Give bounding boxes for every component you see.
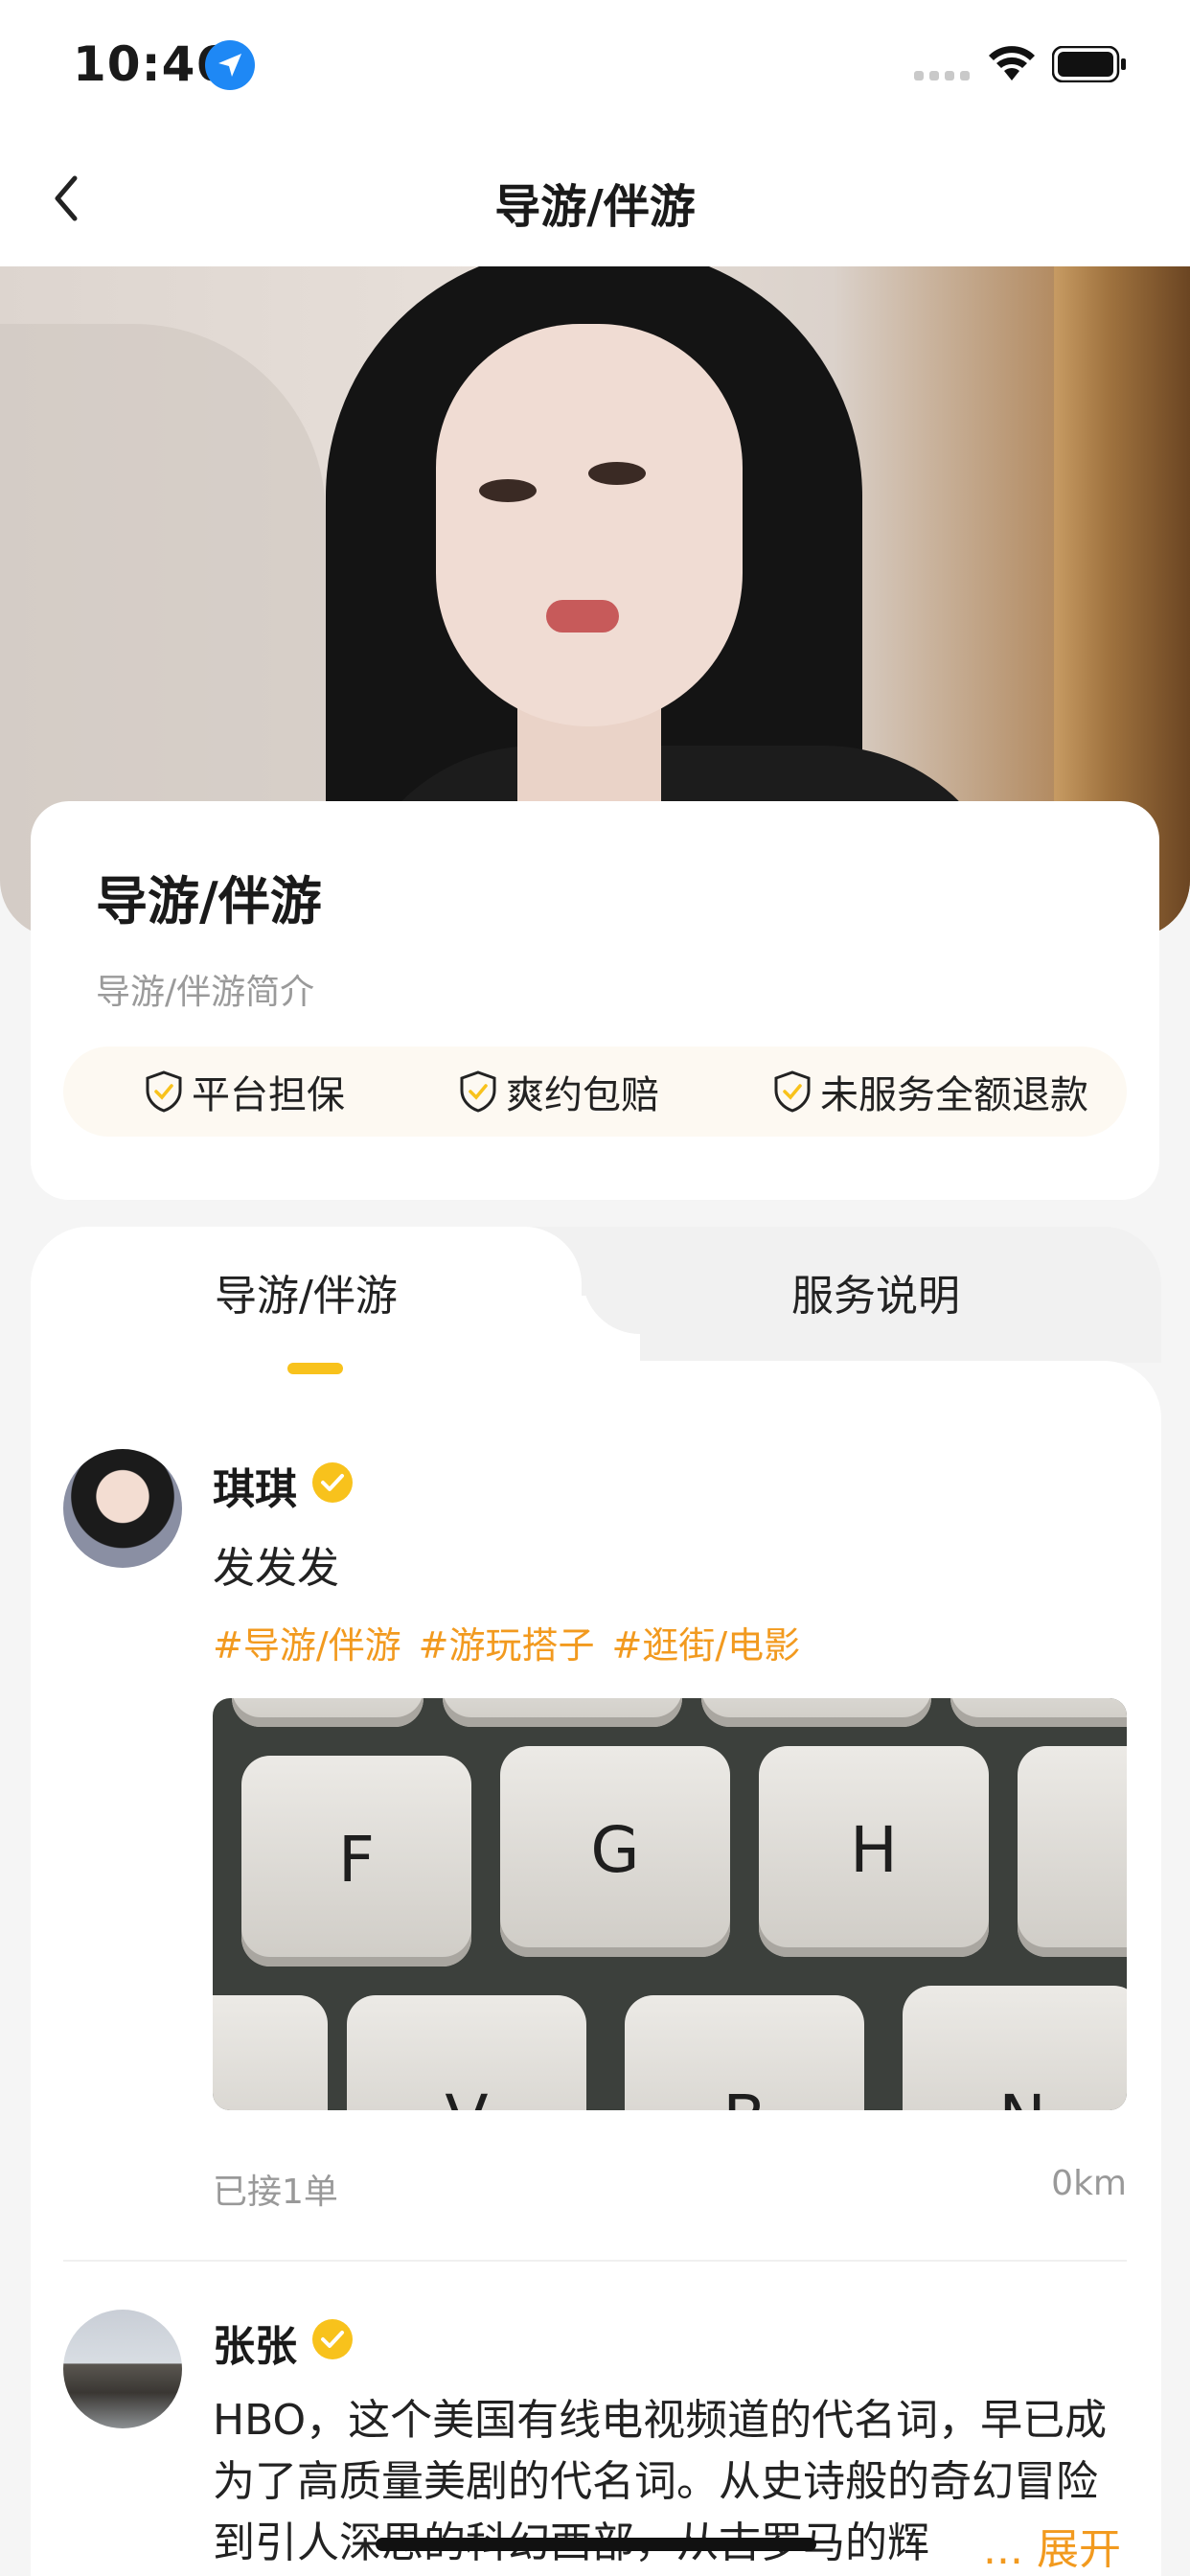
order-count: 已接1单 [213,2173,338,2212]
signal-icon [914,71,970,80]
nav-bar: 导游/伴游 [0,130,1190,266]
tab-active-indicator [287,1363,343,1374]
tag[interactable]: #逛街/电影 [612,1616,801,1668]
service-description: 导游/伴游简介 [96,973,315,1012]
key-label: G [590,1813,640,1887]
guarantee-bar: 平台担保 爽约包赔 未服务全额退款 [63,1046,1127,1137]
key-label: N [903,2082,1127,2110]
tab-guide[interactable]: 导游/伴游 [215,1261,398,1322]
avatar[interactable] [63,1449,182,1568]
distance: 0km [1051,2164,1127,2203]
key-label: V [347,2082,586,2110]
post-text: 发发发 [213,1544,339,1593]
divider [63,2260,1127,2262]
guarantee-compensation: 爽约包赔 [458,1046,659,1137]
key-label: F [338,1823,375,1897]
guarantee-label: 未服务全额退款 [820,1073,1088,1117]
guarantee-platform: 平台担保 [144,1046,345,1137]
key-label: B [625,2082,864,2110]
shield-check-icon [774,1070,811,1113]
wifi-icon [989,46,1035,80]
shield-check-icon [146,1070,182,1113]
post-username[interactable]: 张张 [213,2312,297,2373]
guarantee-refund: 未服务全额退款 [772,1046,1088,1137]
info-card: 导游/伴游 导游/伴游简介 平台担保 爽约包赔 未服务全额退款 [31,801,1159,1200]
avatar[interactable] [63,2310,182,2428]
post-username[interactable]: 琪琪 [213,1455,297,1516]
status-bar: 10:46 [0,0,1190,130]
location-arrow-icon [205,40,255,90]
expand-button[interactable]: ... 展开 [979,2515,1121,2576]
tag[interactable]: #游玩搭子 [419,1616,595,1668]
guarantee-label: 平台担保 [192,1073,345,1117]
shield-check-icon [460,1070,496,1113]
home-indicator [376,2538,816,2551]
guarantee-label: 爽约包赔 [506,1073,659,1117]
post-image[interactable]: F G H V B N [213,1698,1127,2110]
post-tags: #导游/伴游 #游玩搭子 #逛街/电影 [213,1616,800,1668]
battery-icon [1052,46,1126,82]
tag[interactable]: #导游/伴游 [213,1616,401,1668]
verified-badge-icon [312,2319,353,2359]
tab-service-description[interactable]: 服务说明 [791,1261,960,1322]
key-label: H [850,1813,898,1887]
verified-badge-icon [312,1462,353,1503]
page-title: 导游/伴游 [494,180,696,234]
service-title: 导游/伴游 [96,871,322,932]
